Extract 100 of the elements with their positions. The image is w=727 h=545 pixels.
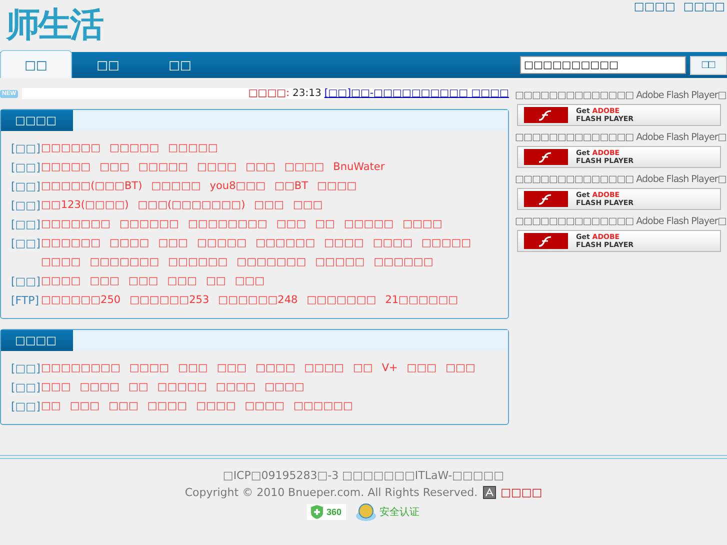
site-logo[interactable]: 师生活 bbox=[6, 0, 102, 52]
site-link[interactable]: □□123(□□□□) bbox=[41, 196, 129, 215]
icp-text: □ICP□09195283□-3 □□□□□□□ITLaW-□□□□□ bbox=[222, 469, 504, 482]
site-link[interactable]: □□BT bbox=[274, 177, 308, 196]
site-link[interactable]: □□□□ bbox=[80, 378, 120, 397]
site-link[interactable]: □□□□ bbox=[402, 215, 442, 234]
site-link[interactable]: □□□ bbox=[100, 158, 130, 177]
site-link[interactable]: □□□□□□□ bbox=[306, 291, 376, 310]
site-link[interactable]: □□□□ bbox=[324, 234, 364, 253]
site-link[interactable]: you8□□□ bbox=[210, 177, 266, 196]
site-link[interactable]: □□□ bbox=[108, 397, 138, 416]
site-link[interactable]: □□□□ bbox=[129, 359, 170, 378]
site-link[interactable]: □□□□□□ bbox=[119, 215, 179, 234]
site-link[interactable]: □□□□□ bbox=[168, 139, 218, 158]
category-label: [FTP] bbox=[11, 293, 40, 309]
site-link[interactable]: □□□□□□ bbox=[293, 397, 353, 416]
site-link[interactable]: □□□□□□□ bbox=[41, 215, 110, 234]
site-link[interactable]: □□□□□ bbox=[138, 158, 188, 177]
site-link[interactable]: □□□ bbox=[90, 272, 120, 291]
site-link[interactable]: □□□ bbox=[406, 359, 437, 378]
site-link[interactable]: □□□□ bbox=[41, 253, 81, 272]
site-link[interactable]: □□□□□□□ bbox=[236, 253, 306, 272]
site-link[interactable]: □□□□□□□ bbox=[90, 253, 160, 272]
site-link[interactable]: □□□□□□□□ bbox=[188, 215, 268, 234]
site-link[interactable]: □□□ bbox=[292, 196, 323, 215]
site-link[interactable]: □□ bbox=[352, 359, 373, 378]
site-link[interactable]: □□□ bbox=[254, 196, 284, 215]
category-label: [□□] bbox=[11, 361, 41, 377]
site-link[interactable]: □□□□□□ bbox=[168, 253, 228, 272]
site-link[interactable]: □□□□ bbox=[216, 378, 256, 397]
site-link[interactable]: V+ bbox=[382, 359, 398, 378]
site-link[interactable]: □□□□ bbox=[317, 177, 357, 196]
site-link[interactable]: □□□□□ bbox=[41, 158, 91, 177]
shield-icon bbox=[311, 505, 324, 519]
security-link[interactable]: 安全认证 bbox=[380, 505, 420, 519]
security-badge[interactable]: 360 bbox=[307, 504, 346, 520]
category-label: [□□] bbox=[11, 274, 41, 290]
site-link[interactable]: □□□□□ bbox=[315, 253, 365, 272]
site-link[interactable]: □□□ bbox=[178, 359, 208, 378]
site-link[interactable]: □□□□ bbox=[256, 359, 296, 378]
site-link[interactable]: □□□ bbox=[216, 359, 247, 378]
search-field[interactable]: □□□□□□□□□□ bbox=[520, 56, 686, 74]
site-link[interactable]: □□□□□□250 bbox=[41, 291, 121, 310]
site-link[interactable]: □□□□□ bbox=[344, 215, 394, 234]
site-link[interactable]: □□□□ bbox=[264, 378, 304, 397]
seal-icon bbox=[356, 503, 376, 521]
site-link[interactable]: □□□□ bbox=[284, 158, 324, 177]
site-link[interactable]: □□ bbox=[206, 272, 226, 291]
site-link[interactable]: □□□ bbox=[234, 272, 265, 291]
site-link[interactable]: □□□□□□ bbox=[256, 234, 316, 253]
site-link[interactable]: □□□□ bbox=[147, 397, 188, 416]
site-link[interactable]: □□□□□□248 bbox=[218, 291, 298, 310]
category-label: [□□] bbox=[11, 179, 41, 195]
site-link[interactable]: □□□ bbox=[41, 378, 71, 397]
category-label: [□□] bbox=[11, 160, 41, 176]
site-link[interactable]: □□ bbox=[41, 397, 61, 416]
footer-link[interactable]: □□□□ bbox=[500, 486, 542, 499]
site-link[interactable]: □□□□□□ bbox=[374, 253, 434, 272]
site-link[interactable]: BnuWater bbox=[333, 158, 385, 177]
site-link[interactable]: □□ bbox=[128, 378, 148, 397]
site-link[interactable]: 21□□□□□□ bbox=[385, 291, 458, 310]
category-label: [□□] bbox=[11, 380, 41, 396]
site-link[interactable]: □□□ bbox=[70, 397, 100, 416]
site-link[interactable]: □□□□□ bbox=[151, 177, 201, 196]
ticker-label: □□□□: bbox=[248, 88, 290, 99]
category-label: [□□] bbox=[11, 399, 41, 415]
site-link[interactable]: □□□ bbox=[128, 272, 158, 291]
site-link[interactable]: □□□□□(□□□BT) bbox=[41, 177, 142, 196]
nav-tab[interactable]: □□ bbox=[0, 50, 72, 78]
header-link[interactable]: □□□□ bbox=[634, 0, 676, 52]
site-link[interactable]: □□□ bbox=[246, 158, 276, 177]
site-link[interactable]: □□□□□□□□ bbox=[41, 359, 120, 378]
site-link[interactable]: □□ bbox=[315, 215, 335, 234]
site-link[interactable]: □□□ bbox=[167, 272, 197, 291]
site-link[interactable]: □□□□□ bbox=[422, 234, 472, 253]
site-link[interactable]: □□□□ bbox=[196, 397, 236, 416]
site-link[interactable]: □□□ bbox=[276, 215, 306, 234]
site-link[interactable]: □□□□ bbox=[304, 359, 344, 378]
news-link[interactable]: [□□]□□-□□□□□□□□□□ □□□□ bbox=[324, 88, 509, 99]
site-link[interactable]: □□□(□□□□□□□) bbox=[138, 196, 246, 215]
category-label: [□□] bbox=[11, 236, 41, 252]
site-link[interactable]: □□□□□□ bbox=[41, 139, 101, 158]
site-link[interactable]: □□□□□□ bbox=[41, 234, 101, 253]
site-link[interactable]: □□□□ bbox=[372, 234, 412, 253]
site-link[interactable]: □□□□□ bbox=[196, 234, 247, 253]
header-link[interactable]: □□□□ bbox=[683, 0, 725, 52]
panel-title: □□□□ bbox=[1, 110, 73, 131]
site-link[interactable]: □□□□□ bbox=[110, 139, 160, 158]
site-link[interactable]: □□□□ bbox=[41, 272, 81, 291]
search-button[interactable]: □□ bbox=[690, 56, 727, 74]
site-link[interactable]: □□□□□□253 bbox=[130, 291, 210, 310]
nav-tab[interactable]: □□ bbox=[144, 52, 216, 78]
site-link[interactable]: □□□ bbox=[446, 359, 476, 378]
category-label: [□□] bbox=[11, 198, 41, 214]
site-link[interactable]: □□□□ bbox=[244, 397, 284, 416]
site-link[interactable]: □□□□□ bbox=[157, 378, 207, 397]
nav-tab[interactable]: □□ bbox=[72, 52, 144, 78]
site-link[interactable]: □□□□ bbox=[110, 234, 150, 253]
site-link[interactable]: □□□□ bbox=[196, 158, 237, 177]
site-link[interactable]: □□□ bbox=[158, 234, 188, 253]
